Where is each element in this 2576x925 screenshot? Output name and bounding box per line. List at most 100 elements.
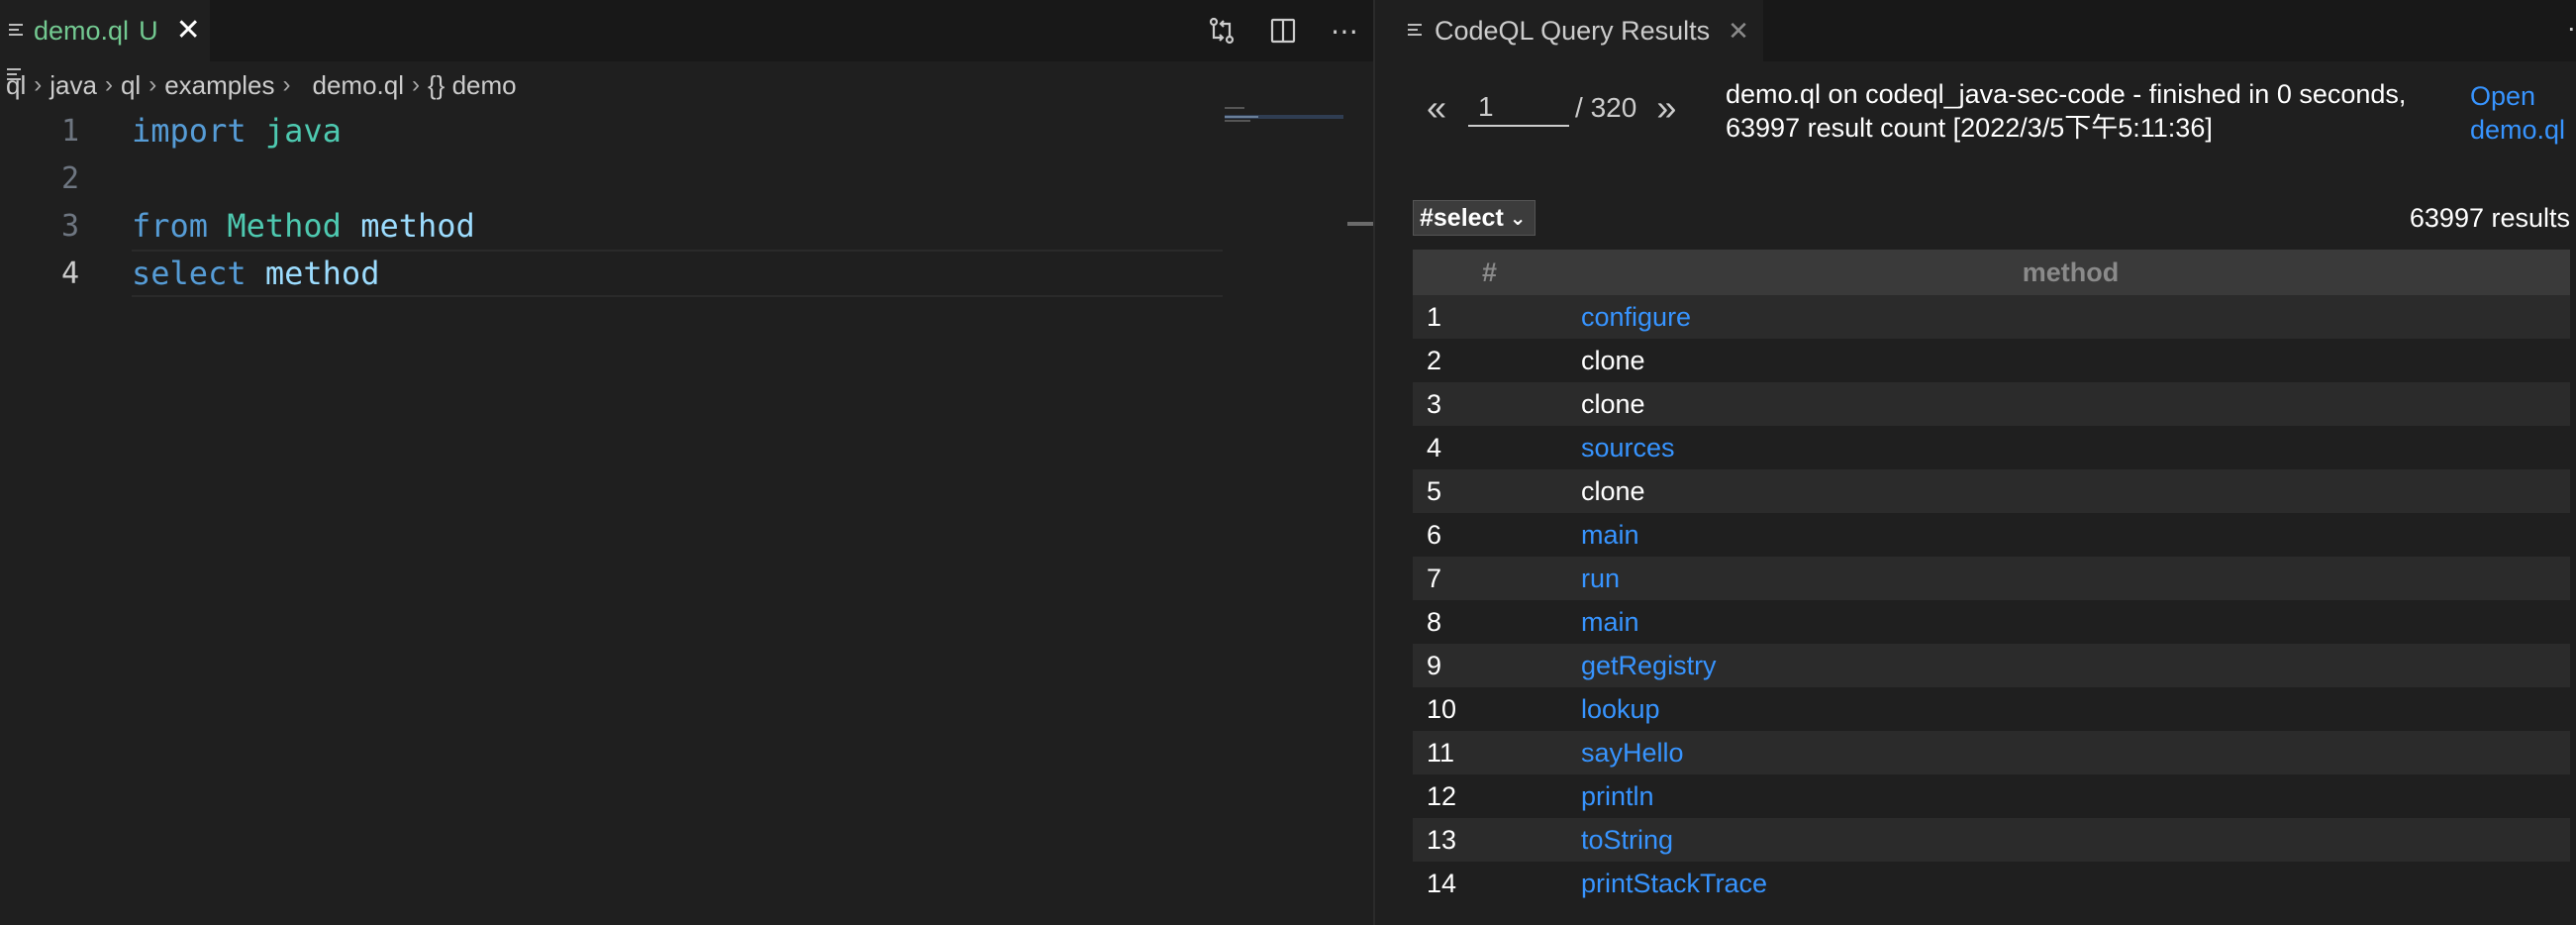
method-link[interactable]: main bbox=[1581, 520, 1639, 551]
code-token: from bbox=[132, 207, 209, 245]
row-index: 7 bbox=[1427, 563, 1442, 593]
table-row: 8 main bbox=[1413, 600, 2570, 644]
row-index: 9 bbox=[1427, 650, 1442, 680]
table-row: 3 clone bbox=[1413, 382, 2570, 426]
column-header-index[interactable]: # bbox=[1413, 257, 1571, 288]
method-link[interactable]: println bbox=[1581, 781, 1654, 812]
row-index: 12 bbox=[1427, 780, 1457, 811]
method-link[interactable]: main bbox=[1581, 607, 1639, 638]
code-text: from Method method bbox=[132, 207, 475, 245]
result-set-select[interactable]: #select ⌄ bbox=[1413, 200, 1536, 236]
close-icon[interactable]: ✕ bbox=[1728, 18, 1749, 44]
file-lines-icon bbox=[1407, 23, 1425, 39]
scroll-position-marker bbox=[1347, 222, 1373, 226]
code-token: select bbox=[132, 255, 247, 292]
table-row: 12 println bbox=[1413, 774, 2570, 818]
chevron-right-icon: › bbox=[149, 71, 157, 98]
editor-scrollbar[interactable] bbox=[1345, 61, 1373, 925]
method-link[interactable]: getRegistry bbox=[1581, 651, 1717, 681]
open-query-link[interactable]: Open demo.ql bbox=[2470, 79, 2576, 147]
chevron-right-icon: › bbox=[34, 71, 43, 98]
code-line[interactable]: 2 bbox=[0, 154, 1223, 202]
method-link[interactable]: sources bbox=[1581, 433, 1675, 463]
page-number-input[interactable] bbox=[1468, 89, 1570, 127]
chevron-down-icon: ⌄ bbox=[1509, 207, 1527, 230]
code-token: java bbox=[264, 112, 342, 150]
code-line[interactable]: 1 import java bbox=[0, 107, 1223, 154]
method-link[interactable]: lookup bbox=[1581, 694, 1660, 725]
table-row: 11 sayHello bbox=[1413, 731, 2570, 774]
table-row: 1 configure bbox=[1413, 295, 2570, 339]
code-line[interactable]: 3 from Method method bbox=[0, 202, 1223, 250]
table-row: 6 main bbox=[1413, 513, 2570, 557]
row-index: 14 bbox=[1427, 868, 1457, 898]
tab-filename: demo.ql bbox=[34, 15, 130, 46]
method-link[interactable]: printStackTrace bbox=[1581, 869, 1767, 899]
editor-pane: demo.ql U ✕ ⋯ ql › java › ql › examples … bbox=[0, 0, 1373, 925]
chevron-right-icon: › bbox=[282, 71, 291, 98]
result-set-value: #select bbox=[1420, 203, 1504, 232]
method-link[interactable]: toString bbox=[1581, 825, 1673, 856]
chevron-right-icon: › bbox=[104, 71, 113, 98]
next-page-button[interactable]: » bbox=[1656, 87, 1676, 129]
editor-tab-bar: demo.ql U ✕ ⋯ bbox=[0, 0, 1373, 61]
row-index: 5 bbox=[1427, 475, 1442, 506]
breadcrumb-item-module[interactable]: {} demo bbox=[428, 70, 517, 101]
prev-page-button[interactable]: « bbox=[1427, 87, 1446, 129]
breadcrumb-item-examples[interactable]: examples bbox=[164, 70, 274, 101]
tab-codeql-results[interactable]: CodeQL Query Results ✕ bbox=[1375, 0, 1763, 61]
code-line[interactable]: 4 select method bbox=[0, 250, 1223, 297]
code-token: import bbox=[132, 112, 247, 150]
line-number: 4 bbox=[60, 256, 79, 291]
row-index: 11 bbox=[1427, 737, 1455, 768]
method-text: clone bbox=[1581, 388, 1645, 419]
file-lines-icon bbox=[8, 23, 26, 39]
code-token: method bbox=[360, 207, 475, 245]
table-row: 2 clone bbox=[1413, 339, 2570, 382]
code-token: method bbox=[264, 255, 380, 292]
minimap[interactable] bbox=[1223, 107, 1345, 147]
breadcrumb-item-file[interactable]: demo.ql bbox=[312, 70, 404, 101]
column-header-method[interactable]: method bbox=[1571, 257, 2570, 288]
row-index: 6 bbox=[1427, 519, 1442, 550]
table-row: 9 getRegistry bbox=[1413, 644, 2570, 687]
code-text: select method bbox=[132, 255, 379, 292]
pagination: « / 320 » bbox=[1427, 87, 1676, 129]
table-row: 7 run bbox=[1413, 557, 2570, 600]
code-editor[interactable]: 1 import java 2 3 from Method method 4 select … bbox=[0, 107, 1223, 297]
method-link[interactable]: sayHello bbox=[1581, 738, 1684, 769]
table-row: 13 toString bbox=[1413, 818, 2570, 862]
table-row: 4 sources bbox=[1413, 426, 2570, 469]
breadcrumb-item-ql-2[interactable]: ql bbox=[121, 70, 141, 101]
row-index: 3 bbox=[1427, 388, 1442, 419]
method-text: clone bbox=[1581, 475, 1645, 506]
tab-demo-ql[interactable]: demo.ql U ✕ bbox=[0, 0, 210, 61]
breadcrumb-item-java[interactable]: java bbox=[50, 70, 97, 101]
method-link[interactable]: run bbox=[1581, 564, 1620, 594]
more-actions-icon[interactable]: ⋯ bbox=[1325, 11, 1364, 51]
chevron-right-icon: › bbox=[411, 71, 420, 98]
more-actions-icon[interactable]: · bbox=[2567, 12, 2576, 44]
breadcrumb: ql › java › ql › examples › demo.ql › {}… bbox=[6, 67, 517, 103]
row-index: 8 bbox=[1427, 606, 1442, 637]
close-icon[interactable]: ✕ bbox=[176, 16, 201, 46]
table-header: # method bbox=[1413, 250, 2570, 295]
row-index: 13 bbox=[1427, 824, 1457, 855]
row-index: 10 bbox=[1427, 693, 1457, 724]
code-token: Method bbox=[227, 207, 342, 245]
split-editor-icon[interactable] bbox=[1263, 11, 1303, 51]
line-number: 2 bbox=[60, 160, 79, 196]
table-row: 10 lookup bbox=[1413, 687, 2570, 731]
method-link[interactable]: configure bbox=[1581, 302, 1691, 333]
untracked-badge: U bbox=[139, 15, 158, 46]
row-index: 2 bbox=[1427, 345, 1442, 375]
compare-changes-icon[interactable] bbox=[1202, 11, 1241, 51]
results-pane: CodeQL Query Results ✕ · « / 320 » demo.… bbox=[1375, 0, 2576, 925]
code-text: import java bbox=[132, 112, 342, 150]
line-number: 3 bbox=[60, 208, 79, 244]
row-index: 1 bbox=[1427, 301, 1442, 332]
table-row: 5 clone bbox=[1413, 469, 2570, 513]
